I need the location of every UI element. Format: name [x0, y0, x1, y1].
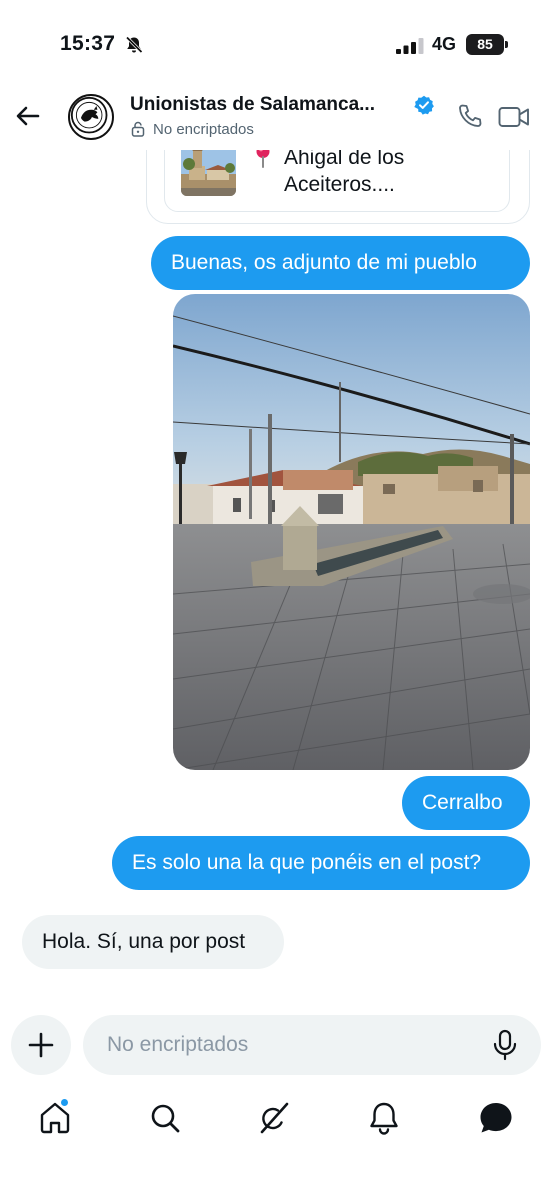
signal-icon [396, 38, 424, 54]
chat-title[interactable]: Unionistas de Salamanca... [130, 94, 410, 116]
chat-header: Unionistas de Salamanca... No encriptado… [0, 86, 552, 150]
bell-muted-icon [125, 36, 143, 54]
status-time: 15:37 [60, 32, 116, 55]
battery-indicator: 85 [466, 34, 508, 55]
video-icon[interactable] [498, 104, 530, 130]
arrow-left-icon[interactable] [14, 102, 42, 130]
home-icon[interactable] [35, 1098, 75, 1138]
avatar[interactable] [68, 94, 114, 140]
status-bar: 15:37 4G 85 [0, 0, 552, 86]
shared-photo[interactable] [173, 294, 530, 770]
notification-dot [60, 1098, 69, 1107]
link-thumbnail [181, 150, 236, 196]
encryption-status: No encriptados [153, 121, 254, 138]
messages-icon[interactable] [476, 1098, 516, 1138]
sent-message[interactable]: Cerralbo [402, 776, 530, 830]
bottom-navigation [0, 1090, 552, 1150]
plus-icon [28, 1032, 54, 1058]
search-icon[interactable] [145, 1098, 185, 1138]
add-attachment-button[interactable] [11, 1015, 71, 1075]
sent-message[interactable]: Buenas, os adjunto de mi pueblo [151, 236, 530, 290]
club-logo-icon [70, 96, 108, 134]
verified-badge-icon [414, 95, 434, 115]
lock-icon [131, 121, 145, 137]
phone-icon[interactable] [456, 102, 484, 130]
message-list[interactable]: Ahigal de los Aceiteros.... Buenas, os a… [0, 150, 552, 1000]
notifications-icon[interactable] [364, 1098, 404, 1138]
microphone-icon[interactable] [491, 1029, 519, 1061]
map-pin-icon [256, 150, 270, 168]
network-label: 4G [432, 34, 457, 54]
grok-icon[interactable] [254, 1098, 294, 1138]
link-preview-text[interactable]: Ahigal de los Aceiteros.... [284, 150, 484, 198]
message-input[interactable] [83, 1015, 541, 1075]
received-message[interactable]: Hola. Sí, una por post [22, 915, 284, 969]
message-composer [0, 1012, 552, 1078]
sent-message[interactable]: Es solo una la que ponéis en el post? [112, 836, 530, 890]
